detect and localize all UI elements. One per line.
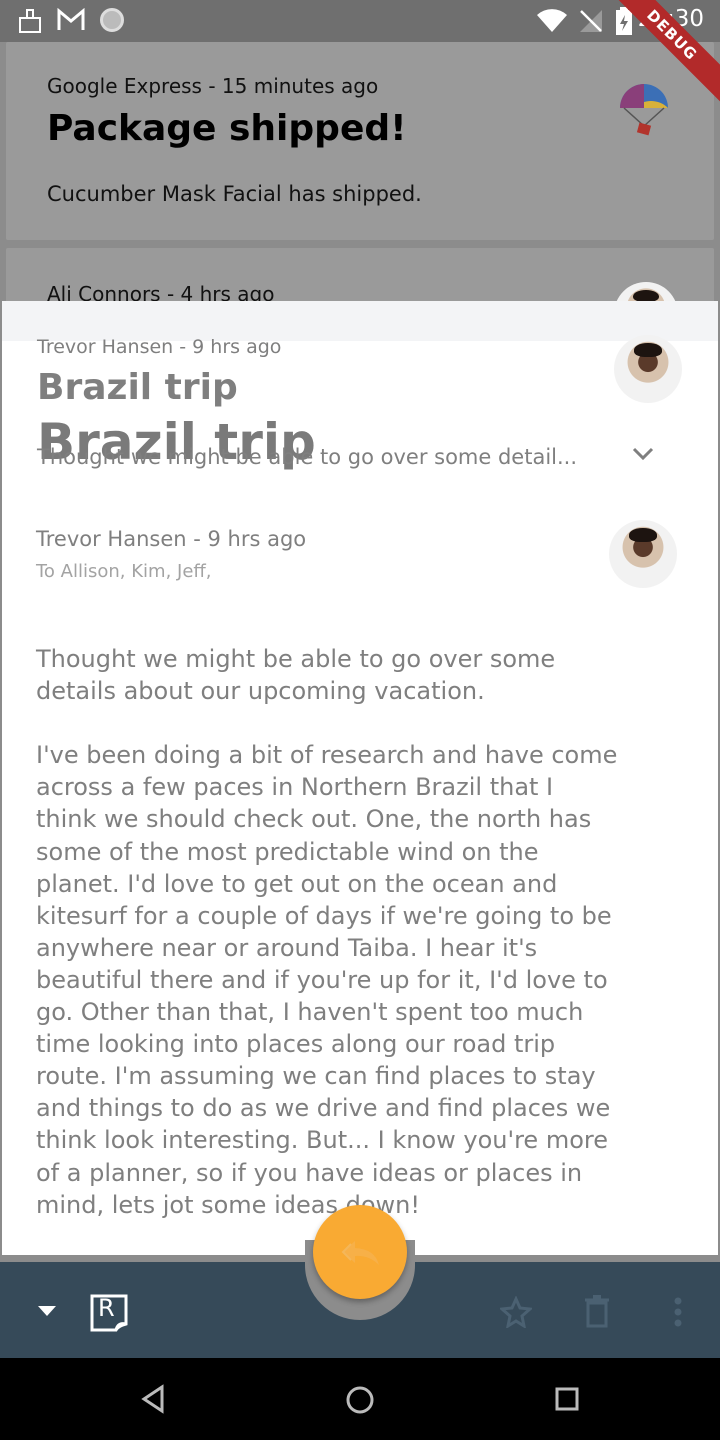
email-body-line: some of the most predictable wind on the xyxy=(36,837,539,866)
sync-icon xyxy=(100,8,124,32)
briefcase-notification-icon xyxy=(19,9,41,33)
home-icon[interactable] xyxy=(345,1385,375,1415)
email-body-line: go. Other than that, I haven't spent too… xyxy=(36,998,584,1027)
email-body-line: beautiful there and if you're up for it,… xyxy=(36,965,608,994)
email-body-line: I've been doing a bit of research and ha… xyxy=(36,741,618,770)
collapsed-title: Brazil trip xyxy=(37,367,238,408)
email-body-line: and things to do as we drive and find pl… xyxy=(36,1094,611,1123)
email-body-line: think look interesting. But... I know yo… xyxy=(36,1126,608,1155)
email-body-line: route. I'm assuming we can find places t… xyxy=(36,1062,596,1091)
no-signal-icon xyxy=(580,10,602,32)
email-detail-sheet: Trevor Hansen - 9 hrs ago Brazil trip Br… xyxy=(2,301,718,1255)
recents-icon[interactable] xyxy=(554,1386,580,1412)
chevron-down-icon[interactable] xyxy=(630,443,656,463)
email-preview-snippet: Thought we might be able to go over some… xyxy=(37,445,578,469)
email-body-line: anywhere near or around Taiba. I hear it… xyxy=(36,933,538,962)
more-options-icon[interactable] xyxy=(672,1296,684,1328)
recipients-line: To Allison, Kim, Jeff, xyxy=(36,561,212,582)
reply-logo-letter: R xyxy=(98,1294,115,1322)
email-body-line: planet. I'd love to get out on the ocean… xyxy=(36,869,558,898)
screen: Google Express - 15 minutes ago Package … xyxy=(0,0,720,1440)
email-meta: Google Express - 15 minutes ago xyxy=(47,74,379,98)
reply-logo: R xyxy=(88,1292,130,1332)
sheet-top-bar xyxy=(2,301,718,341)
email-title: Package shipped! xyxy=(47,108,407,149)
menu-caret-icon[interactable] xyxy=(36,1304,58,1318)
email-body: Thought we might be able to go over some… xyxy=(36,643,686,1221)
email-preview: Cucumber Mask Facial has shipped. xyxy=(47,182,422,206)
system-navigation-bar xyxy=(0,1358,720,1440)
email-body-line: across a few paces in Northern Brazil th… xyxy=(36,773,554,802)
email-card-google-express[interactable]: Google Express - 15 minutes ago Package … xyxy=(6,42,714,240)
email-body-line: Thought we might be able to go over some xyxy=(36,645,556,673)
gmail-icon xyxy=(57,8,85,30)
sender-avatar[interactable] xyxy=(609,520,677,588)
status-bar: 23:30 DEBUG xyxy=(0,0,720,115)
email-body-line: details about our upcoming vacation. xyxy=(36,677,485,706)
back-icon[interactable] xyxy=(140,1384,166,1414)
reply-fab[interactable] xyxy=(313,1205,407,1299)
email-body-line: kitesurf for a couple of days if we're g… xyxy=(36,901,612,930)
email-body-line: think we should check out. One, the nort… xyxy=(36,805,592,834)
parachute-icon xyxy=(620,84,668,136)
collapsed-sender-meta: Trevor Hansen - 9 hrs ago xyxy=(37,336,282,358)
sender-avatar-small xyxy=(614,335,682,403)
sender-line: Trevor Hansen - 9 hrs ago xyxy=(36,527,307,551)
star-icon[interactable] xyxy=(500,1296,532,1328)
reply-all-icon xyxy=(341,1241,379,1265)
delete-icon[interactable] xyxy=(584,1294,610,1328)
email-body-line xyxy=(36,707,686,739)
wifi-icon xyxy=(537,9,567,33)
email-body-line: time looking into places along our road … xyxy=(36,1030,556,1059)
email-body-line: of a planner, so if you have ideas or pl… xyxy=(36,1158,583,1187)
